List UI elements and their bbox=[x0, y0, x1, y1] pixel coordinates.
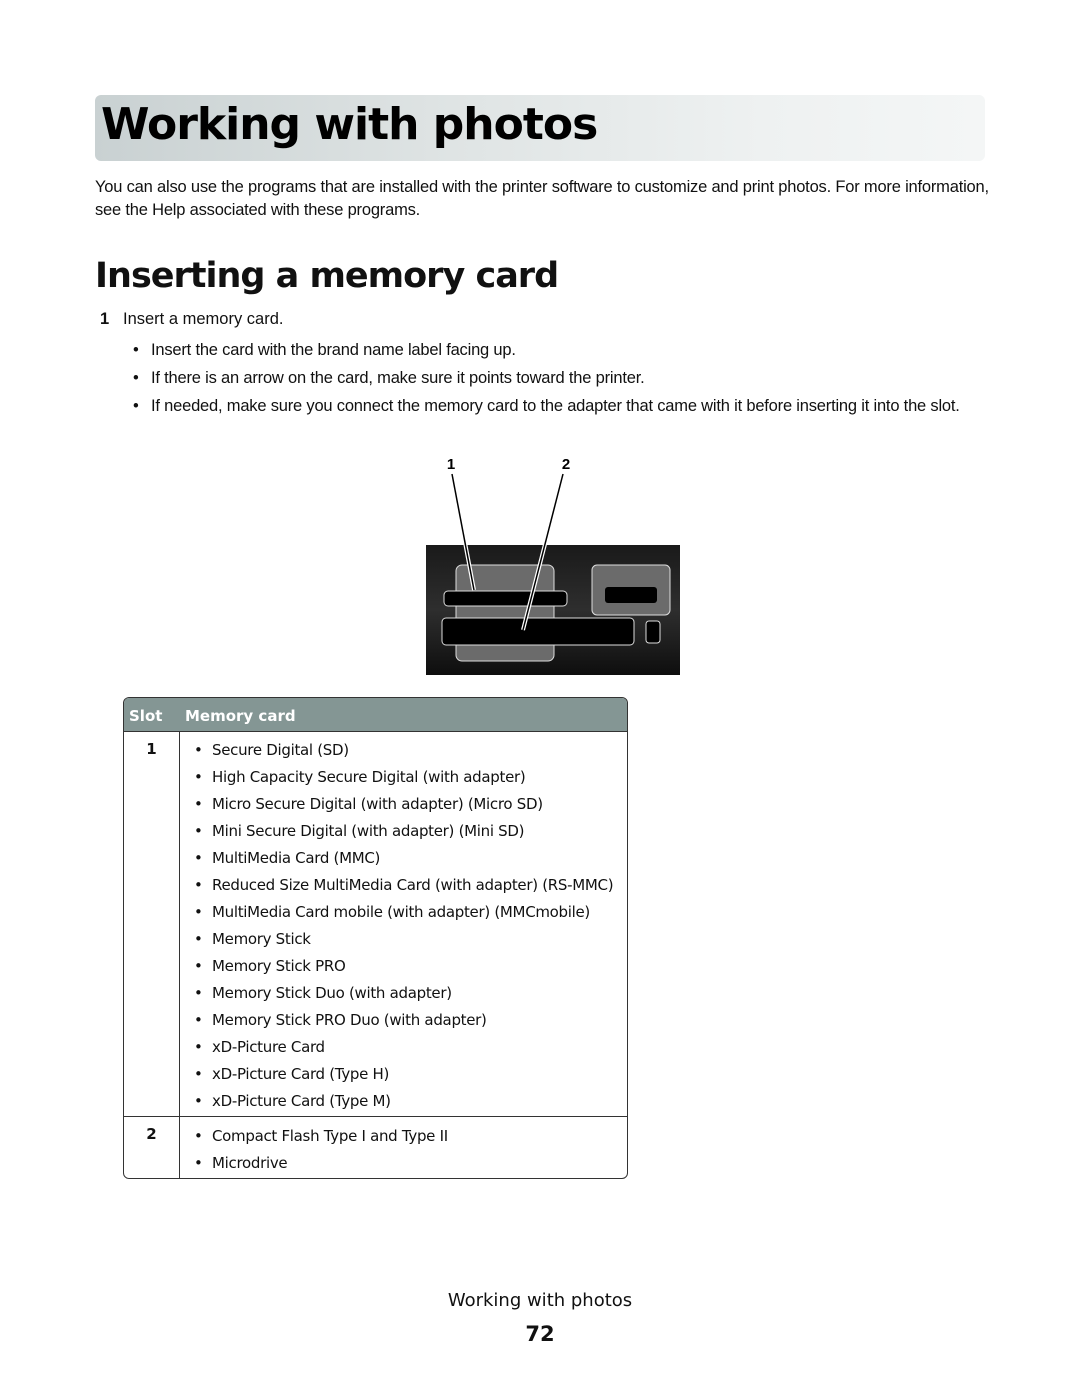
card-item: High Capacity Secure Digital (with adapt… bbox=[194, 764, 627, 791]
memory-card-slot-figure: 1 2 bbox=[420, 450, 690, 680]
page-number: 72 bbox=[525, 1322, 555, 1346]
bullet-item: If needed, make sure you connect the mem… bbox=[133, 395, 993, 418]
card-item: MultiMedia Card (MMC) bbox=[194, 845, 627, 872]
chapter-title: Working with photos bbox=[101, 99, 598, 150]
card-item: xD-Picture Card bbox=[194, 1034, 627, 1061]
bullet-item: If there is an arrow on the card, make s… bbox=[133, 367, 993, 390]
memory-card-table: Slot Memory card 1 Secure Digital (SD) H… bbox=[123, 697, 628, 1179]
instruction-bullets: Insert the card with the brand name labe… bbox=[133, 339, 993, 423]
header-memory-card: Memory card bbox=[185, 707, 296, 725]
section-heading: Inserting a memory card bbox=[95, 256, 559, 296]
card-item: Micro Secure Digital (with adapter) (Mic… bbox=[194, 791, 627, 818]
intro-paragraph: You can also use the programs that are i… bbox=[95, 178, 989, 219]
card-item: Memory Stick bbox=[194, 926, 627, 953]
card-item: Reduced Size MultiMedia Card (with adapt… bbox=[194, 872, 627, 899]
card-item: MultiMedia Card mobile (with adapter) (M… bbox=[194, 899, 627, 926]
indicator-light bbox=[645, 620, 661, 644]
slot-aux-opening bbox=[605, 587, 657, 603]
step-1: 1 Insert a memory card. bbox=[100, 310, 283, 329]
card-reader-illustration: 1 2 bbox=[426, 456, 680, 675]
callout-label-1: 1 bbox=[447, 456, 455, 473]
footer-chapter-title: Working with photos bbox=[447, 1290, 633, 1311]
callout-label-2: 2 bbox=[562, 456, 570, 473]
table-row: 1 Secure Digital (SD) High Capacity Secu… bbox=[124, 732, 627, 1117]
card-item: Mini Secure Digital (with adapter) (Mini… bbox=[194, 818, 627, 845]
card-item: Compact Flash Type I and Type II bbox=[194, 1123, 627, 1150]
table-header: Slot Memory card bbox=[124, 698, 627, 732]
bullet-item: Insert the card with the brand name labe… bbox=[133, 339, 993, 362]
table-row: 2 Compact Flash Type I and Type II Micro… bbox=[124, 1117, 627, 1177]
step-text: Insert a memory card. bbox=[123, 310, 284, 328]
slot-number: 1 bbox=[146, 740, 157, 758]
card-list: Secure Digital (SD) High Capacity Secure… bbox=[124, 737, 627, 1115]
card-item: Microdrive bbox=[194, 1150, 627, 1177]
card-item: Secure Digital (SD) bbox=[194, 737, 627, 764]
slot-2-opening bbox=[441, 617, 635, 646]
card-item: Memory Stick PRO Duo (with adapter) bbox=[194, 1007, 627, 1034]
card-item: Memory Stick PRO bbox=[194, 953, 627, 980]
slot-1-opening bbox=[443, 590, 568, 607]
card-list: Compact Flash Type I and Type II Microdr… bbox=[124, 1123, 627, 1177]
card-item: xD-Picture Card (Type H) bbox=[194, 1061, 627, 1088]
chapter-title-bar: Working with photos bbox=[95, 95, 985, 161]
slot-number: 2 bbox=[146, 1125, 157, 1143]
header-slot: Slot bbox=[129, 707, 163, 725]
card-item: xD-Picture Card (Type M) bbox=[194, 1088, 627, 1115]
step-number: 1 bbox=[100, 310, 110, 328]
card-item: Memory Stick Duo (with adapter) bbox=[194, 980, 627, 1007]
